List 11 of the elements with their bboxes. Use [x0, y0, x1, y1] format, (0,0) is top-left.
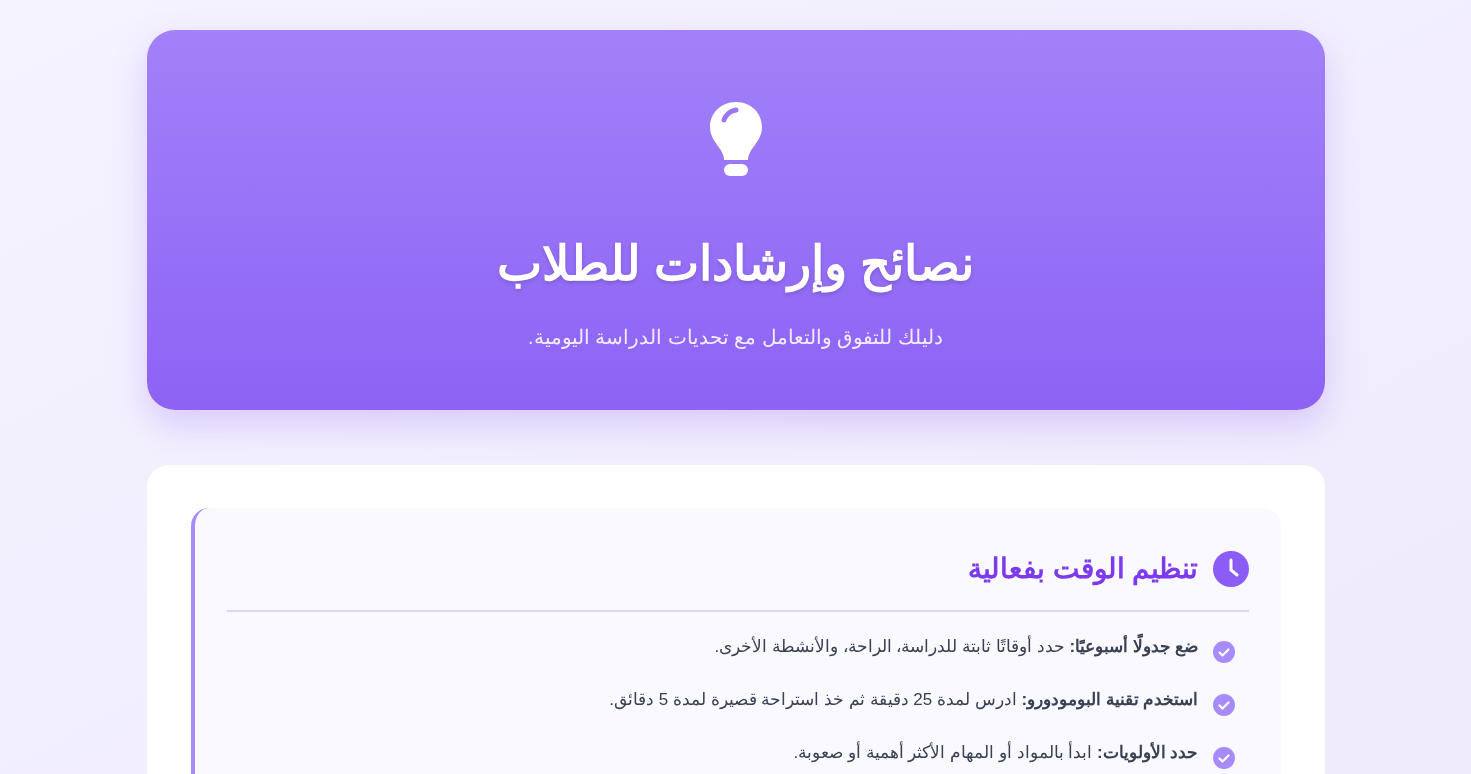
- section-title: تنظيم الوقت بفعالية: [967, 552, 1199, 588]
- clock-icon: [1212, 551, 1249, 587]
- hero-title: نصائح وإرشادات للطلاب: [496, 228, 975, 300]
- check-circle-icon: [1212, 641, 1235, 663]
- tip-text: ضع جدولًا أسبوعيًا: حدد أوقاتًا ثابتة للدراسة، الراحة، والأنشطة الأخرى.: [714, 634, 1199, 660]
- check-circle-icon: [1212, 747, 1235, 769]
- tip-text: حدد الأولويات: ابدأ بالمواد أو المهام الأكثر أهمية أو صعوبة.: [793, 740, 1199, 765]
- lightbulb-icon: [707, 100, 764, 178]
- check-circle-icon: [1212, 694, 1235, 716]
- hero-subtitle: دليلك للتفوق والتعامل مع تحديات الدراسة اليومية.: [528, 325, 943, 351]
- tip-text: استخدم تقنية البومودورو: ادرس لمدة 25 دقيقة ثم خذ استراحة قصيرة لمدة 5 دقائق.: [609, 689, 1199, 712]
